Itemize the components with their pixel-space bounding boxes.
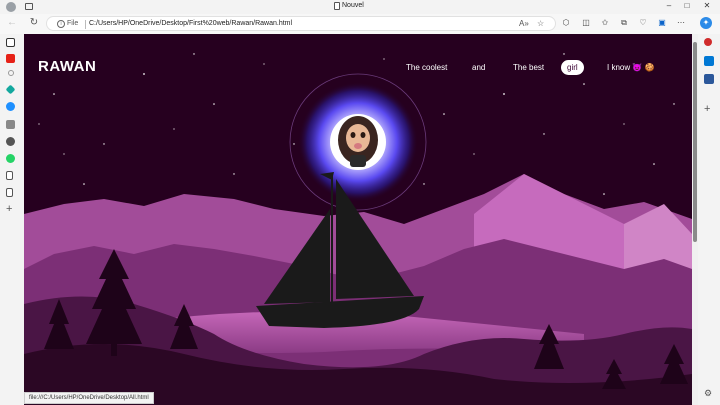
scroll-thumb[interactable] — [693, 42, 697, 242]
nav-link-girl[interactable]: girl — [561, 60, 584, 75]
app-circle-icon[interactable] — [6, 102, 15, 111]
page-scrollbar[interactable] — [692, 34, 698, 405]
left-sidebar: + — [0, 34, 22, 405]
landscape-scene — [24, 53, 692, 405]
add-icon[interactable]: + — [704, 104, 714, 115]
address-bar[interactable]: i File C:/Users/HP/OneDrive/Desktop/Firs… — [46, 16, 556, 31]
favorites-icon[interactable]: ✩ — [598, 16, 612, 30]
whatsapp-icon[interactable] — [6, 154, 15, 163]
maximize-icon[interactable]: □ — [678, 1, 696, 10]
document-icon — [334, 2, 340, 10]
document-icon[interactable] — [6, 171, 13, 180]
document-icon[interactable] — [6, 188, 13, 197]
link-status-bar: file:///C:/Users/HP/OneDrive/Desktop/All… — [24, 392, 154, 404]
tab-title[interactable]: Nouvel — [342, 2, 364, 9]
collections-icon[interactable]: ⧉ — [617, 16, 631, 30]
youtube-icon[interactable] — [6, 54, 15, 63]
more-options-icon[interactable]: ⋯ — [674, 16, 688, 30]
divider — [85, 20, 86, 29]
refresh-icon[interactable]: ↻ — [27, 16, 41, 30]
settings-app-icon[interactable] — [6, 137, 15, 146]
add-icon[interactable]: + — [6, 204, 15, 215]
right-sidebar: + ⚙ — [698, 34, 720, 405]
settings-gear-icon[interactable]: ⚙ — [704, 388, 714, 398]
tab-actions-icon[interactable] — [25, 3, 33, 10]
page-viewport: RAWAN The coolest and The best girl I kn… — [24, 34, 692, 405]
outlook-icon[interactable] — [704, 56, 714, 66]
browser-essentials-icon[interactable]: ♡ — [636, 16, 650, 30]
copilot-pane-icon[interactable]: ▣ — [655, 16, 669, 30]
minimize-icon[interactable]: – — [660, 1, 678, 10]
extensions-icon[interactable]: ⬡ — [559, 16, 573, 30]
favorite-star-icon[interactable]: ☆ — [537, 19, 544, 28]
nav-link-the-best[interactable]: The best — [507, 60, 550, 75]
nav-link-the-coolest[interactable]: The coolest — [400, 60, 453, 75]
url-text[interactable]: C:/Users/HP/OneDrive/Desktop/First%20web… — [89, 20, 292, 27]
info-icon[interactable]: i — [57, 20, 65, 28]
copilot-icon[interactable]: ✦ — [700, 17, 712, 29]
file-label: File — [67, 20, 79, 27]
app-red-icon[interactable] — [704, 38, 712, 46]
search-icon[interactable] — [8, 70, 14, 76]
browser-tab-bar: Nouvel – □ ✕ — [0, 0, 720, 14]
site-logo[interactable]: RAWAN — [38, 58, 96, 75]
back-icon[interactable]: ← — [5, 16, 19, 30]
word-icon[interactable] — [704, 74, 714, 84]
app-diamond-icon[interactable] — [5, 84, 16, 95]
close-icon[interactable]: ✕ — [698, 1, 716, 10]
profile-icon[interactable] — [6, 2, 16, 12]
app-square-icon[interactable] — [6, 120, 15, 129]
tab-list-icon[interactable] — [6, 38, 15, 47]
split-screen-icon[interactable]: ◫ — [579, 16, 593, 30]
nav-link-i-know[interactable]: I know 👿 🍪 — [601, 60, 661, 75]
read-aloud-icon[interactable]: A» — [519, 19, 529, 28]
nav-link-and[interactable]: and — [466, 60, 491, 75]
